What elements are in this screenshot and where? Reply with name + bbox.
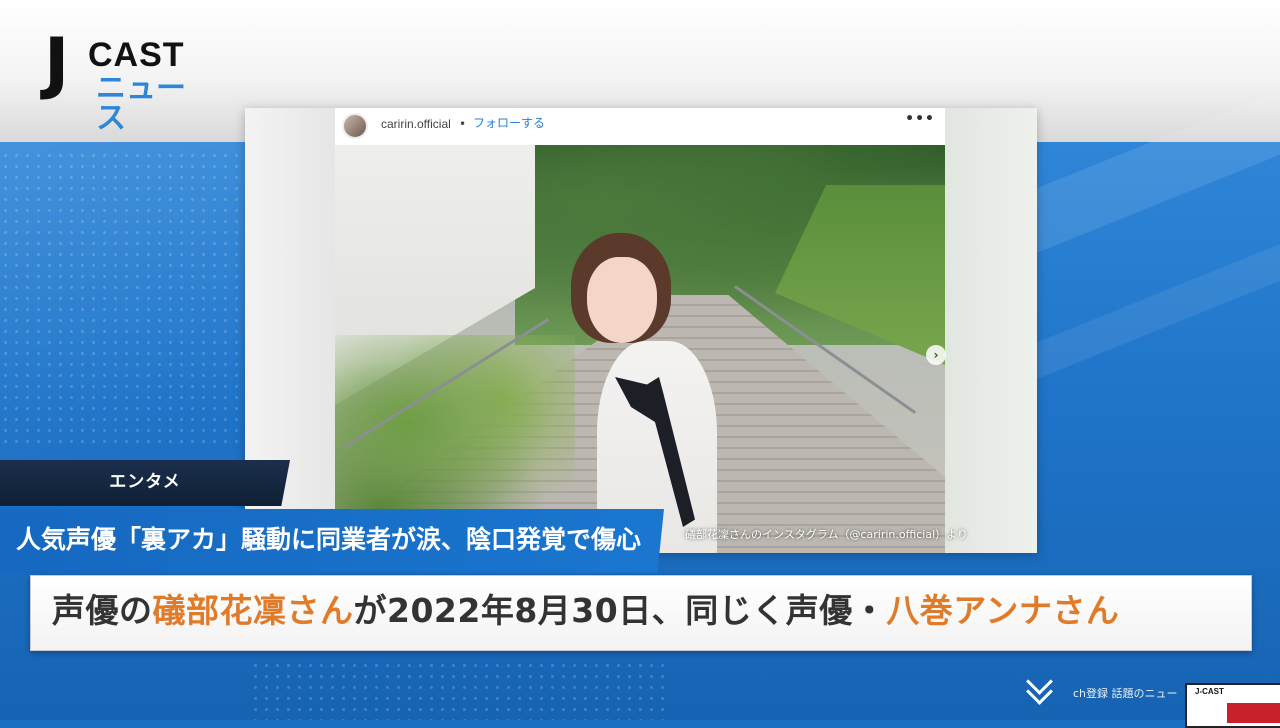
photo-caption: 礒部花凜さんのインスタグラム（@caririn.official）より: [685, 528, 968, 541]
subtitle-part: が2022年8月30日、同じく声優・: [353, 591, 887, 630]
subtitle-highlight-name: 礒部花凜さん: [152, 591, 354, 630]
subtitle-text: 声優の礒部花凜さんが2022年8月30日、同じく声優・八巻アンナさん: [52, 590, 1242, 633]
logo-cast: CAST: [88, 36, 185, 74]
separator-dot: •: [459, 117, 467, 131]
post-header: caririn.official • フォローする •••: [335, 108, 945, 146]
end-screen-thumbnail[interactable]: J-CAST: [1185, 683, 1280, 728]
headline-text: 人気声優「裏アカ」騒動に同業者が涙、陰口発覚で傷心: [16, 525, 642, 554]
background-dot-pattern: [0, 150, 260, 450]
more-options-icon[interactable]: •••: [905, 112, 935, 126]
subscribe-prompt[interactable]: ch登録 話題のニュー: [1073, 688, 1178, 699]
logo-news: ニュース: [96, 71, 186, 136]
post-photo: [335, 145, 945, 553]
avatar[interactable]: [342, 113, 368, 139]
subtitle-highlight-name: 八巻アンナさん: [886, 591, 1120, 630]
logo-j: J: [44, 24, 69, 103]
jcast-news-logo: J CAST ニュース: [44, 24, 214, 134]
post-username[interactable]: caririn.official: [381, 118, 451, 130]
chevron-down-icon[interactable]: [1024, 668, 1056, 706]
thumbnail-graphic: [1227, 703, 1280, 723]
next-image-icon[interactable]: ›: [926, 345, 946, 365]
instagram-post-card: caririn.official • フォローする ••• › 礒部花凜さんのイ…: [245, 108, 1037, 553]
thumbnail-logo: J-CAST: [1195, 687, 1224, 696]
background-dot-pattern: [250, 660, 670, 720]
subtitle-part: 声優の: [52, 591, 153, 630]
category-label: エンタメ: [109, 472, 181, 492]
follow-button[interactable]: フォローする: [473, 117, 545, 129]
photo-person-face: [587, 257, 657, 343]
card-blur-right: [945, 108, 1037, 553]
